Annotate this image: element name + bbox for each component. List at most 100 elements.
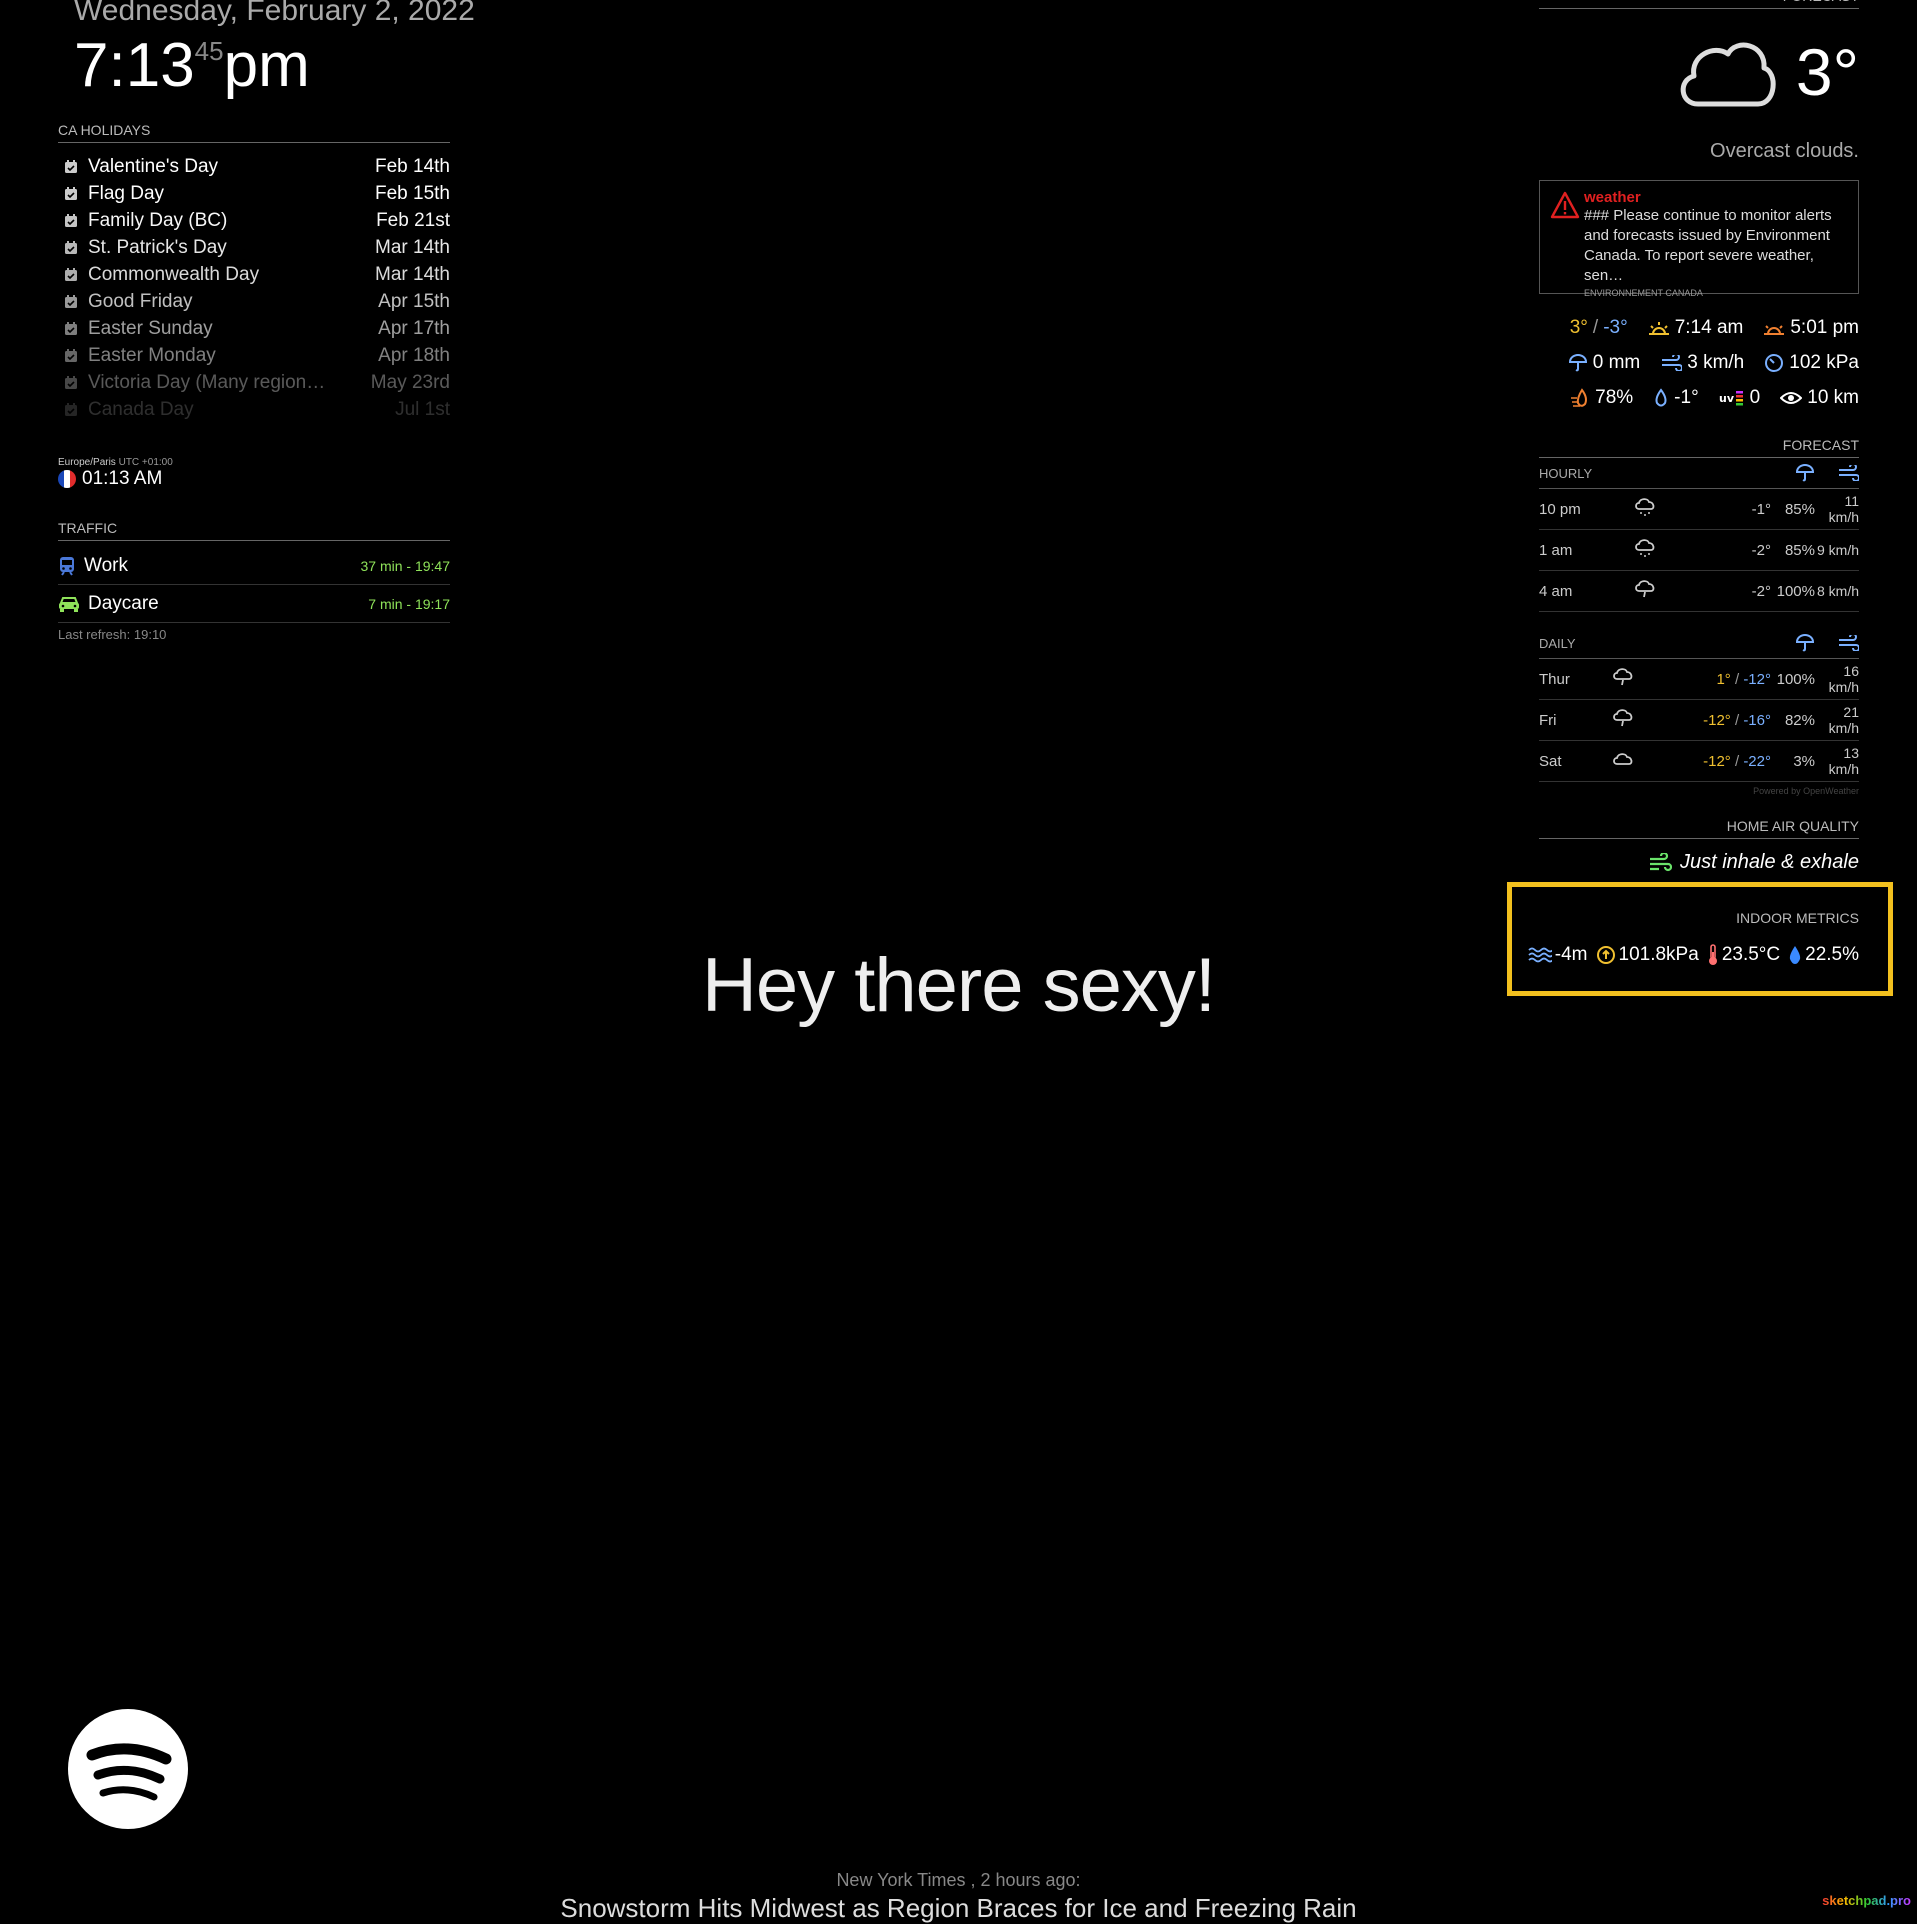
cloud-icon (1680, 42, 1776, 107)
stats-row-3: 78% -1° uv 0 10 km (1539, 380, 1859, 415)
traffic-route-name: Daycare (88, 592, 159, 614)
snow-cloud-icon (1635, 498, 1655, 516)
holiday-date: Mar 14th (375, 236, 450, 258)
train-icon (60, 556, 74, 576)
daily-low: -12° (1743, 670, 1771, 688)
indoor-pressure: 101.8kPa (1596, 944, 1699, 966)
holiday-date: Apr 18th (378, 344, 450, 366)
current-weather: 3° (1539, 30, 1859, 114)
powered-by: Powered by OpenWeather (1753, 786, 1859, 796)
uv-index: uv 0 (1719, 387, 1761, 409)
stats-row-2: 0 mm 3 km/h 102 kPa (1539, 345, 1859, 380)
spotify-logo-icon[interactable] (68, 1709, 188, 1829)
warning-icon (1550, 191, 1580, 219)
hourly-forecast: HOURLY 10 pm -1° 85% 11 km/h 1 am -2° 85… (1539, 458, 1859, 612)
holidays-list: Valentine's Day Feb 14th Flag Day Feb 15… (58, 153, 450, 423)
rain-cloud-icon (1635, 580, 1655, 598)
visibility-value: 10 km (1807, 386, 1859, 408)
calendar-check-icon (65, 267, 77, 281)
indoor-altitude-value: -4m (1554, 944, 1588, 965)
humidity-value: 78% (1595, 386, 1634, 408)
daily-day: Sat (1539, 752, 1562, 770)
hourly-wind: 11 km/h (1828, 493, 1859, 525)
traffic-route: Work 37 min - 19:47 (58, 547, 450, 585)
pressure-gauge-icon (1596, 946, 1615, 964)
humidity: 78% (1570, 387, 1633, 409)
indoor-humidity-value: 22.5% (1805, 944, 1859, 965)
traffic-title: TRAFFIC (58, 520, 450, 541)
world-clock-zone: Europe/Paris (58, 457, 116, 468)
holiday-name: Flag Day (88, 182, 165, 204)
holiday-name: Canada Day (88, 398, 194, 420)
indoor-metrics-title: INDOOR METRICS (1736, 910, 1859, 926)
daily-low: -22° (1743, 752, 1771, 770)
daily-wind: 21 km/h (1828, 704, 1859, 736)
daily-precip: 82% (1784, 711, 1815, 729)
watermark-text: sketchpad.pro (1822, 1893, 1911, 1908)
world-clock-zone-label: Europe/Paris UTC +01:00 (58, 457, 173, 468)
holiday-item: St. Patrick's Day Mar 14th (58, 234, 450, 261)
holiday-item: Flag Day Feb 15th (58, 180, 450, 207)
hourly-wind: 8 km/h (1816, 583, 1859, 599)
weather-description: Overcast clouds. (1710, 140, 1859, 162)
holiday-date: Feb 15th (375, 182, 450, 204)
daily-icon-wrap (1603, 667, 1643, 691)
daily-icon-wrap (1603, 749, 1643, 773)
hourly-row: 1 am -2° 85% 9 km/h (1539, 530, 1859, 571)
hourly-time: 4 am (1539, 582, 1573, 600)
daily-high: -12° (1703, 752, 1731, 770)
hourly-precip: 85% (1784, 541, 1815, 559)
current-temp: 3° (1795, 35, 1859, 109)
calendar-check-icon (65, 240, 77, 254)
umbrella-icon (1795, 464, 1815, 482)
air-quality-module: HOME AIR QUALITY Just inhale & exhale (1539, 818, 1859, 874)
temp-low: -3° (1603, 316, 1628, 338)
hourly-row: 4 am -2° 100% 8 km/h (1539, 571, 1859, 612)
hourly-precip: 85% (1784, 500, 1815, 518)
wind-icon (1839, 635, 1859, 651)
daily-high: 1° (1716, 670, 1731, 688)
svg-text:uv: uv (1719, 392, 1735, 405)
calendar-check-icon (65, 375, 77, 389)
holiday-name: Victoria Day (Many region… (88, 371, 326, 393)
indoor-pressure-value: 101.8kPa (1618, 944, 1699, 965)
visibility: 10 km (1780, 387, 1859, 409)
holidays-module: CA HOLIDAYS Valentine's Day Feb 14th Fla… (58, 122, 450, 423)
holiday-item: Victoria Day (Many region… May 23rd (58, 369, 450, 396)
spotify-waves-icon (86, 1743, 172, 1801)
daily-row: Thur 1° / -12° 100% 16 km/h (1539, 659, 1859, 700)
indoor-altitude: -4m (1528, 944, 1588, 966)
traffic-module: TRAFFIC Work 37 min - 19:47 Daycare 7 mi… (58, 520, 450, 642)
holiday-name: St. Patrick's Day (88, 236, 227, 258)
indoor-humidity: 22.5% (1788, 944, 1859, 966)
forecast-title: FORECAST (1539, 437, 1859, 458)
precip-value: 0 mm (1592, 351, 1641, 373)
holiday-item: Family Day (BC) Feb 21st (58, 207, 450, 234)
time-display: 7:1345pm (74, 30, 310, 101)
calendar-check-icon (65, 186, 77, 200)
wind-icon (1839, 465, 1859, 481)
temp-high: 3° (1569, 316, 1588, 338)
news-headline[interactable]: Snowstorm Hits Midwest as Region Braces … (0, 1893, 1917, 1924)
calendar-check-icon (65, 402, 77, 416)
daily-high-low: -12° / -16° (1703, 711, 1771, 729)
alert-message: ### Please continue to monitor alerts an… (1584, 207, 1832, 284)
wind: 3 km/h (1660, 352, 1744, 374)
alert-source: ENVIRONNEMENT CANADA (1584, 288, 1703, 298)
daily-row: Sat -12° / -22° 3% 13 km/h (1539, 741, 1859, 782)
hourly-header: HOURLY (1539, 458, 1859, 489)
dewpoint-icon (1655, 387, 1667, 406)
sunset: 5:01 pm (1763, 317, 1859, 339)
sunrise-time: 7:14 am (1674, 316, 1744, 338)
daily-precip: 3% (1793, 752, 1815, 770)
traffic-route: Daycare 7 min - 19:17 (58, 585, 450, 623)
news-source: New York Times , 2 hours ago: (836, 1870, 1081, 1890)
indoor-temperature: 23.5°C (1707, 944, 1780, 966)
time-hours-minutes: 7:13 (74, 31, 195, 100)
world-clock-offset: UTC +01:00 (118, 457, 173, 468)
alert-title: weather (1584, 189, 1641, 206)
holiday-item: Easter Monday Apr 18th (58, 342, 450, 369)
indoor-values: -4m 101.8kPa 23.5°C 22.5% (1528, 944, 1859, 966)
umbrella-icon (1568, 353, 1587, 371)
sunrise: 7:14 am (1648, 316, 1744, 339)
